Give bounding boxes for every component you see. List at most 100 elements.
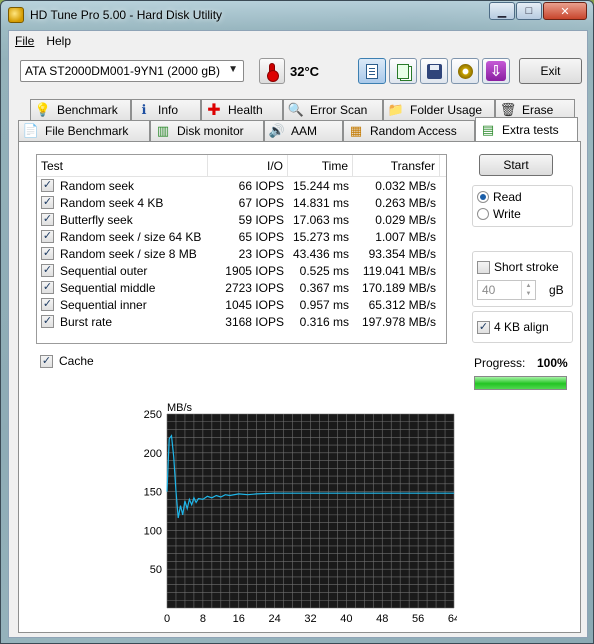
tab-health[interactable]: ✚ Health [201, 99, 283, 120]
tab-label: AAM [291, 124, 318, 138]
cell-time: 0.525 ms [299, 263, 349, 278]
close-button[interactable]: ✕ [543, 2, 587, 20]
transfer-chart: 501001502002500816243240485664MBMB/s [115, 396, 478, 626]
cell-io: 65 IOPS [238, 229, 284, 244]
drive-select[interactable]: ATA ST2000DM001-9YN1 (2000 gB) ▼ [20, 60, 244, 82]
maximize-button[interactable]: □ [516, 2, 542, 20]
tab-extra-tests[interactable]: ▤ Extra tests [475, 117, 578, 141]
cell-io: 23 IOPS [238, 246, 284, 261]
cache-label: Cache [59, 354, 94, 368]
temperature-readout: 32°C [290, 64, 320, 79]
copy-screenshot-button[interactable] [389, 58, 417, 84]
test-name: Random seek / size 8 MB [60, 246, 197, 261]
read-option[interactable]: Read [477, 190, 522, 204]
spinner-arrows[interactable]: ▲ ▼ [521, 281, 535, 299]
cell-time: 0.367 ms [299, 280, 349, 295]
table-row[interactable]: Sequential inner 1045 IOPS 0.957 ms 65.312 … [37, 296, 446, 313]
read-label: Read [493, 190, 522, 204]
tab-label: Error Scan [310, 103, 368, 117]
menu-file[interactable]: File [9, 31, 40, 51]
x-tick-label: 32 [304, 613, 316, 625]
tab-random-access[interactable]: ▦ Random Access [343, 120, 475, 141]
test-checkbox[interactable] [41, 179, 54, 192]
copy-text-button[interactable] [358, 58, 386, 84]
test-checkbox[interactable] [41, 230, 54, 243]
tab-benchmark[interactable]: 💡 Benchmark [30, 99, 131, 120]
tab-label: Erase [522, 103, 554, 117]
header-io[interactable]: I/O [208, 155, 288, 176]
cell-time: 14.831 ms [292, 195, 349, 210]
table-row[interactable]: Random seek / size 8 MB 23 IOPS 43.436 ms 9… [37, 245, 446, 262]
table-body: Random seek66 IOPS15.244 ms0.032 MB/sRan… [37, 177, 446, 330]
test-checkbox[interactable] [41, 298, 54, 311]
test-checkbox[interactable] [41, 281, 54, 294]
align-option[interactable]: 4 KB align [477, 320, 549, 334]
test-checkbox[interactable] [41, 247, 54, 260]
test-checkbox[interactable] [41, 315, 54, 328]
cell-test: Random seek / size 8 MB [37, 247, 208, 261]
short-stroke-checkbox[interactable] [477, 260, 490, 274]
title-bar[interactable]: HD Tune Pro 5.00 - Hard Disk Utility ▁ □… [1, 1, 593, 29]
save-icon [426, 63, 442, 79]
info-icon: ℹ [141, 102, 147, 117]
tab-aam[interactable]: 🔊 AAM [264, 120, 343, 141]
cell-transfer: 0.029 MB/s [375, 212, 436, 227]
test-checkbox[interactable] [41, 213, 54, 226]
cache-checkbox[interactable] [40, 354, 53, 368]
tab-file-benchmark[interactable]: 📄 File Benchmark [18, 120, 150, 141]
test-checkbox[interactable] [41, 264, 54, 277]
cell-io: 59 IOPS [238, 212, 284, 227]
x-tick-label: 16 [233, 613, 245, 625]
tab-label: Info [158, 103, 179, 117]
cell-transfer: 1.007 MB/s [375, 229, 436, 244]
cell-test: Random seek 4 KB [37, 196, 208, 210]
random-access-icon: ▦ [349, 123, 363, 138]
table-row[interactable]: Random seek 4 KB 67 IOPS 14.831 ms 0.263 MB… [37, 194, 446, 211]
table-row[interactable]: Butterfly seek 59 IOPS 17.063 ms 0.029 MB/s [37, 211, 446, 228]
menu-help[interactable]: Help [40, 31, 77, 51]
table-row[interactable]: Random seek / size 64 KB 65 IOPS 15.273 ms… [37, 228, 446, 245]
header-test[interactable]: Test [37, 155, 208, 176]
cell-io: 3168 IOPS [225, 314, 284, 329]
download-button[interactable]: ⇩ [482, 58, 510, 84]
header-transfer[interactable]: Transfer [353, 155, 440, 176]
table-row[interactable]: Burst rate 3168 IOPS 0.316 ms 197.978 MB/s [37, 313, 446, 330]
cell-time: 17.063 ms [292, 212, 349, 227]
write-option[interactable]: Write [477, 207, 521, 221]
exit-button[interactable]: Exit [519, 58, 582, 84]
table-row[interactable]: Sequential middle 2723 IOPS 0.367 ms 170.18… [37, 279, 446, 296]
tab-label: Benchmark [57, 103, 118, 117]
save-button[interactable] [420, 58, 448, 84]
table-row[interactable]: Random seek 66 IOPS 15.244 ms 0.032 MB/s [37, 177, 446, 194]
x-tick-label: 0 [164, 613, 170, 625]
test-name: Random seek [60, 178, 135, 193]
file-benchmark-icon: 📄 [22, 123, 40, 138]
x-tick-label: 8 [200, 613, 206, 625]
tab-error-scan[interactable]: 🔍 Error Scan [283, 99, 383, 120]
main-window: HD Tune Pro 5.00 - Hard Disk Utility ▁ □… [0, 0, 594, 644]
chevron-down-icon: ▼ [228, 64, 238, 75]
progress-bar [474, 376, 567, 390]
cell-time: 15.273 ms [292, 229, 349, 244]
write-radio[interactable] [477, 208, 489, 220]
toolbar: ATA ST2000DM001-9YN1 (2000 gB) ▼ 32°C ⇩ … [9, 57, 587, 87]
cache-option[interactable]: Cache [40, 354, 94, 368]
y-tick-label: 150 [144, 487, 162, 499]
tab-info[interactable]: ℹ Info [131, 99, 201, 120]
short-stroke-unit: gB [549, 283, 564, 297]
tab-disk-monitor[interactable]: ▥ Disk monitor [150, 120, 264, 141]
test-checkbox[interactable] [41, 196, 54, 209]
cell-test: Sequential middle [37, 281, 208, 295]
options-button[interactable] [451, 58, 479, 84]
short-stroke-option[interactable]: Short stroke [477, 260, 559, 274]
align-checkbox[interactable] [477, 320, 490, 334]
table-row[interactable]: Sequential outer 1905 IOPS 0.525 ms 119.041… [37, 262, 446, 279]
start-button[interactable]: Start [479, 154, 553, 176]
minimize-button[interactable]: ▁ [489, 2, 515, 20]
tab-label: Extra tests [502, 122, 559, 137]
cell-io: 1045 IOPS [225, 297, 284, 312]
tab-label: Random Access [370, 124, 457, 138]
read-radio[interactable] [477, 191, 489, 203]
header-time[interactable]: Time [288, 155, 353, 176]
short-stroke-size-input[interactable]: 40 ▲ ▼ [477, 280, 536, 300]
